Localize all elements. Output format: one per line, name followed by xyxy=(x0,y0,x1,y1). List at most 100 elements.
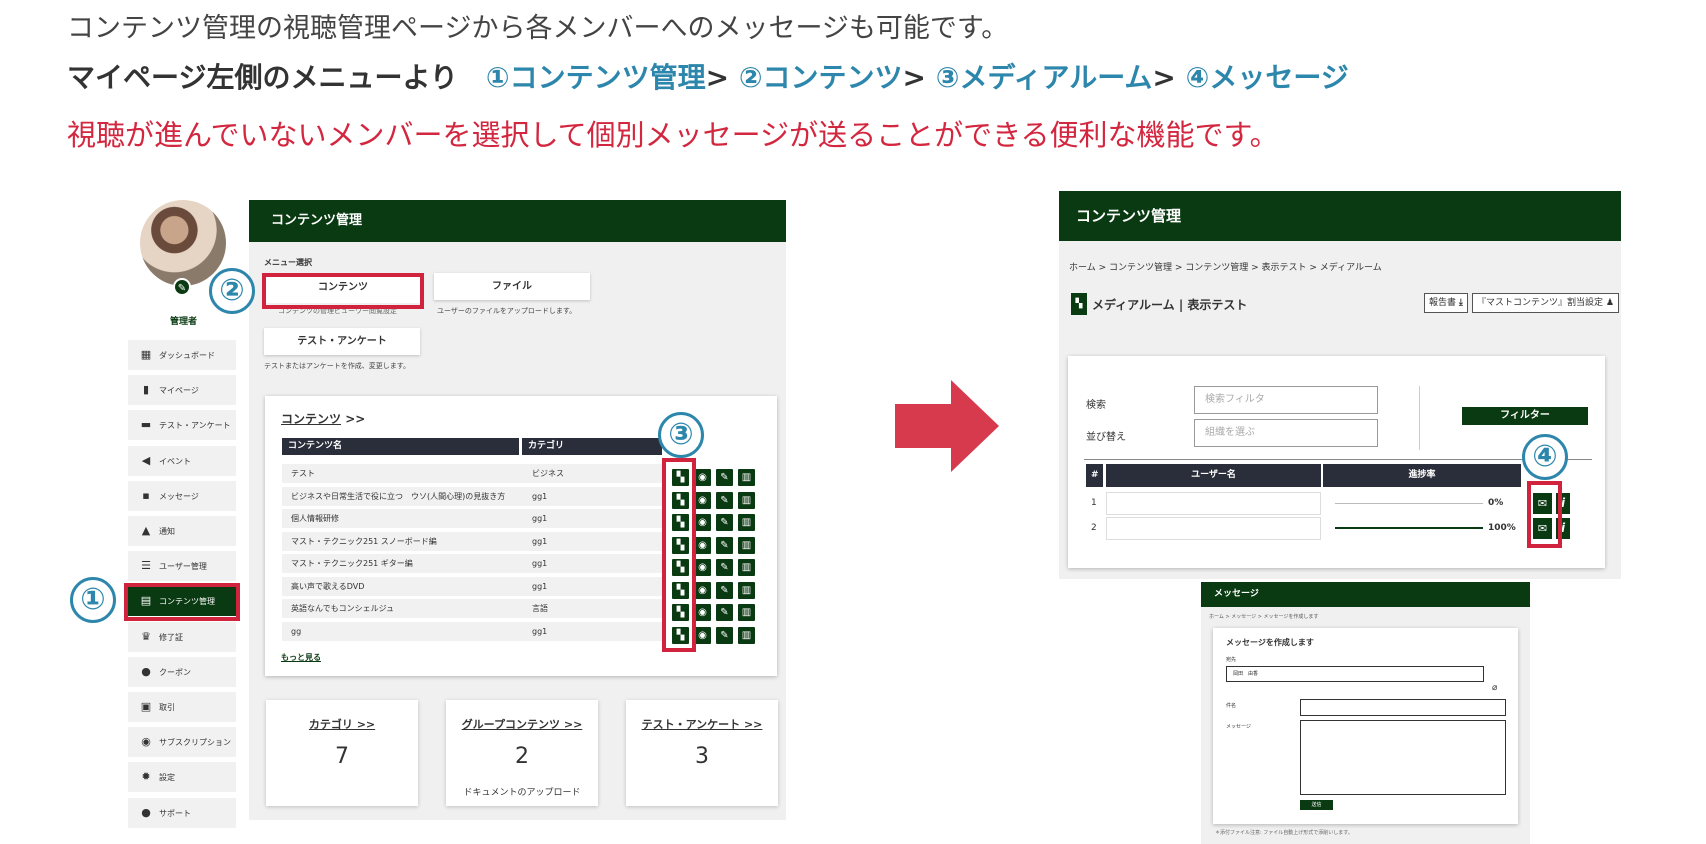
menu-button-file[interactable]: ファイル xyxy=(434,273,590,300)
th-user: ユーザー名 xyxy=(1106,464,1321,487)
sidebar-item-icon: ▣ xyxy=(140,700,152,713)
sidebar-item[interactable]: ♛ 修了証 xyxy=(128,621,236,652)
headline-line1: コンテンツ管理の視聴管理ページから各メンバーへのメッセージも可能です。 xyxy=(67,13,1009,44)
assign-button-label: 『マストコンテンツ』割当設定 xyxy=(1477,298,1604,308)
stat-card[interactable]: カテゴリ >> 7 xyxy=(266,700,418,806)
delete-icon[interactable]: ▥ xyxy=(738,469,755,486)
edit-avatar-icon[interactable]: ✎ xyxy=(173,278,191,296)
edit-icon[interactable]: ✎ xyxy=(716,469,733,486)
view-icon[interactable]: ◉ xyxy=(694,559,711,576)
attach-icon[interactable]: ⌀ xyxy=(1492,683,1497,693)
table-divider xyxy=(1084,459,1592,460)
msg-message-textarea[interactable] xyxy=(1300,720,1506,795)
msg-to-select[interactable]: 岡田 由香 xyxy=(1226,666,1484,682)
sidebar-item[interactable]: ● クーポン xyxy=(128,656,236,687)
step3-text: ③メディアルーム xyxy=(935,61,1153,94)
delete-icon[interactable]: ▥ xyxy=(738,559,755,576)
highlight-media-room-icons xyxy=(662,458,696,652)
left-header: コンテンツ管理 xyxy=(249,200,786,242)
th-user-label: ユーザー名 xyxy=(1191,470,1236,480)
assign-users-icon: ♟ xyxy=(1605,298,1614,308)
sidebar-item[interactable]: ☰ ユーザー管理 xyxy=(128,551,236,582)
marker-3: ③ xyxy=(658,412,704,458)
menu-button-file-desc: ユーザーのファイルをアップロードします。 xyxy=(437,307,577,315)
right-header-title: コンテンツ管理 xyxy=(1076,207,1182,225)
more-link[interactable]: もっと見る xyxy=(281,652,321,663)
sort-select[interactable]: 組織を選ぶ xyxy=(1194,419,1378,447)
sidebar-item-icon: ▪ xyxy=(142,488,150,502)
filter-button[interactable]: フィルター xyxy=(1462,407,1588,425)
edit-icon[interactable]: ✎ xyxy=(716,514,733,531)
delete-icon[interactable]: ▥ xyxy=(738,514,755,531)
sidebar-item-label: テスト・アンケート xyxy=(159,421,231,431)
row-user xyxy=(1106,492,1321,515)
stat-title: グループコンテンツ >> xyxy=(461,718,583,731)
sidebar-item-label: 修了証 xyxy=(159,632,183,642)
sidebar-item[interactable]: ▲ 通知 xyxy=(128,516,236,546)
delete-icon[interactable]: ▥ xyxy=(738,581,755,599)
view-icon[interactable]: ◉ xyxy=(694,536,711,554)
menu-section-label: メニュー選択 xyxy=(264,258,312,267)
stat-value: 3 xyxy=(695,744,709,769)
row-name: 個人情報研修 xyxy=(291,514,339,523)
sidebar-item[interactable]: ▬ テスト・アンケート xyxy=(128,410,236,441)
avatar xyxy=(140,200,226,286)
sidebar-item-icon: ◉ xyxy=(141,735,151,749)
search-input[interactable]: 検索フィルタ xyxy=(1194,386,1378,414)
sidebar-item-label: サポート xyxy=(159,808,191,818)
stat-card[interactable]: テスト・アンケート >> 3 xyxy=(626,700,778,806)
col-header-category: カテゴリ xyxy=(522,438,662,455)
right-breadcrumb[interactable]: ホーム > コンテンツ管理 > コンテンツ管理 > 表示テスト > メディアルー… xyxy=(1069,260,1382,273)
msg-subject-input[interactable] xyxy=(1300,699,1506,716)
msg-message-label: メッセージ xyxy=(1226,724,1251,730)
sidebar-item-icon: ▦ xyxy=(140,348,152,361)
edit-icon[interactable]: ✎ xyxy=(716,626,733,644)
row-category: gg1 xyxy=(532,559,548,568)
th-progress: 進捗率 xyxy=(1323,464,1521,487)
view-icon[interactable]: ◉ xyxy=(694,626,711,644)
sidebar-item[interactable]: ◉ サブスクリプション xyxy=(128,727,236,758)
sort-label: 並び替え xyxy=(1086,432,1126,443)
sidebar-item[interactable]: ● サポート xyxy=(128,797,236,828)
view-icon[interactable]: ◉ xyxy=(694,514,711,531)
sidebar-item-icon: ♛ xyxy=(141,629,151,643)
view-icon[interactable]: ◉ xyxy=(694,491,711,509)
sidebar-item[interactable]: ▣ 取引 xyxy=(128,692,236,722)
delete-icon[interactable]: ▥ xyxy=(738,604,755,621)
msg-subject-label: 件名 xyxy=(1226,703,1237,709)
sidebar-item[interactable]: ▦ ダッシュボード xyxy=(128,340,236,370)
delete-icon[interactable]: ▥ xyxy=(738,626,755,644)
content-card-title-text: コンテンツ xyxy=(281,412,342,426)
sidebar-item[interactable]: ▮ マイページ xyxy=(128,375,236,406)
sidebar-item-label: クーポン xyxy=(159,667,191,677)
delete-icon[interactable]: ▥ xyxy=(738,536,755,554)
table-row: 個人情報研修 gg1 xyxy=(282,509,662,528)
sidebar-item-label: マイページ xyxy=(159,386,199,396)
msg-send-button[interactable]: 送信 xyxy=(1300,800,1333,810)
edit-icon[interactable]: ✎ xyxy=(716,536,733,554)
sidebar-item-icon: ✹ xyxy=(141,770,151,784)
sidebar-item[interactable]: ◀ イベント xyxy=(128,445,236,476)
view-icon[interactable]: ◉ xyxy=(694,581,711,599)
delete-icon[interactable]: ▥ xyxy=(738,491,755,509)
progress-text: 0% xyxy=(1488,498,1504,508)
content-card-title[interactable]: コンテンツ >> xyxy=(281,410,365,427)
highlight-message-icons xyxy=(1527,481,1562,548)
row-user xyxy=(1106,517,1321,540)
menu-button-test[interactable]: テスト・アンケート xyxy=(264,328,420,355)
assign-button[interactable]: 『マストコンテンツ』割当設定 ♟ xyxy=(1472,293,1619,313)
edit-icon[interactable]: ✎ xyxy=(716,491,733,509)
edit-icon[interactable]: ✎ xyxy=(716,559,733,576)
sidebar-item[interactable]: ▪ メッセージ xyxy=(128,480,236,511)
edit-icon[interactable]: ✎ xyxy=(716,581,733,599)
sidebar-item[interactable]: ✹ 設定 xyxy=(128,762,236,793)
table-row: 高い声で歌えるDVD gg1 xyxy=(282,576,662,596)
stat-card[interactable]: グループコンテンツ >> 2 ドキュメントのアップロード xyxy=(446,700,598,806)
table-row: ビジネスや日常生活で役に立つ ウソ(人間心理)の見抜き方 gg1 xyxy=(282,486,662,506)
view-icon[interactable]: ◉ xyxy=(694,604,711,621)
report-button[interactable]: 報告書 ⤓ xyxy=(1424,293,1468,313)
msg-breadcrumb[interactable]: ホーム > メッセージ > メッセージを作成します xyxy=(1209,613,1318,620)
edit-icon[interactable]: ✎ xyxy=(716,604,733,621)
view-icon[interactable]: ◉ xyxy=(694,469,711,486)
msg-footnote: ＊添付ファイル注意: ファイル自動上げ形式で添削いします。 xyxy=(1215,830,1353,836)
